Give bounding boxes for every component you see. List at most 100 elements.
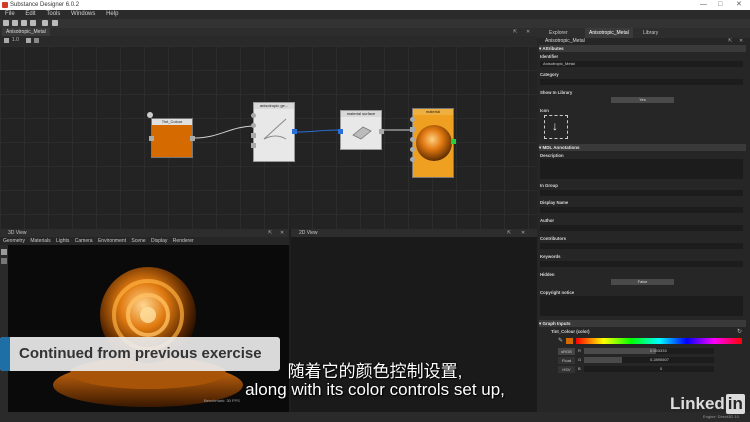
graph-inputs-section-header[interactable]: ▾ Graph Inputs [539, 320, 746, 327]
menu-file[interactable]: File [5, 10, 15, 19]
srgb-mode-button[interactable]: sRGB [558, 348, 575, 355]
close-icon[interactable]: ✕ [736, 0, 742, 10]
3d-menu-display[interactable]: Display [151, 238, 167, 244]
show-in-library-dropdown[interactable]: Yes [611, 97, 674, 103]
3d-tool-icon-1[interactable] [1, 249, 7, 255]
close-tab-icon[interactable]: ✕ [526, 28, 530, 36]
float-icon[interactable]: ⇱ [513, 28, 517, 36]
window-title: Substance Designer 6.0.2 [10, 2, 80, 8]
aniso-input-3[interactable] [251, 133, 256, 138]
3d-view-tab[interactable]: 3D View [8, 229, 27, 237]
props-float-icon[interactable]: ⇱ [728, 38, 732, 44]
output-input-3[interactable] [410, 137, 415, 142]
node-anisotropic[interactable]: anisotropic ge... [251, 102, 297, 162]
node-tint-title: Tint_Colour [152, 119, 192, 125]
3d-menu-renderer[interactable]: Renderer [173, 238, 194, 244]
minimize-icon[interactable]: — [700, 0, 707, 10]
eyedropper-icon[interactable]: ✎ [558, 337, 563, 344]
tab-library[interactable]: Library [639, 28, 662, 38]
tab-anisotropic-metal[interactable]: Anisotropic_Metal [2, 28, 50, 36]
tab-anisotropic-metal-props[interactable]: Anisotropic_Metal [585, 28, 633, 38]
output-input-1[interactable] [410, 117, 415, 122]
menu-edit[interactable]: Edit [25, 10, 35, 19]
material-input-port[interactable] [338, 129, 343, 134]
3d-menu-scene[interactable]: Scene [131, 238, 145, 244]
category-field[interactable] [540, 79, 743, 85]
undo-icon[interactable] [42, 20, 48, 26]
props-close-icon[interactable]: ✕ [739, 38, 743, 44]
show-in-library-label: Show In Library [540, 90, 573, 95]
menu-tools[interactable]: Tools [46, 10, 60, 19]
author-field[interactable] [540, 225, 743, 231]
maximize-icon[interactable]: □ [718, 0, 722, 10]
r-channel-slider[interactable]: 0.553333 [584, 348, 714, 354]
zoom-level[interactable]: 1.0 [12, 37, 19, 43]
r-channel-label: R [578, 348, 581, 353]
copyright-field[interactable] [540, 296, 743, 316]
in-group-label: In Group [540, 183, 558, 188]
3d-float-icon[interactable]: ⇱ [268, 229, 272, 237]
chevron-down-icon: ▾ [539, 46, 542, 51]
save-icon[interactable] [21, 20, 27, 26]
output-green-port[interactable] [451, 139, 456, 144]
node-tint-input-port[interactable] [149, 136, 154, 141]
output-input-2[interactable] [410, 127, 415, 132]
icon-picker[interactable]: ↓ [544, 115, 568, 139]
aniso-output-port[interactable] [292, 129, 297, 134]
node-material-surface-icon [352, 126, 372, 140]
new-icon[interactable] [3, 20, 9, 26]
aniso-input-4[interactable] [251, 143, 256, 148]
linkedin-text: Linked [670, 394, 725, 413]
mdl-section-header[interactable]: ▾ MDL Annotations [539, 144, 746, 151]
description-field[interactable] [540, 159, 743, 179]
frame-icon[interactable] [26, 38, 31, 43]
3d-menu-geometry[interactable]: Geometry [3, 238, 25, 244]
open-icon[interactable] [12, 20, 18, 26]
contributors-field[interactable] [540, 243, 743, 249]
tint-input-name: Tint_Colour (color) [551, 329, 590, 334]
3d-tool-icon-2[interactable] [1, 258, 7, 264]
attributes-section-header[interactable]: ▾ Attributes [539, 45, 746, 52]
grid-toggle-icon[interactable] [34, 38, 39, 43]
menu-windows[interactable]: Windows [71, 10, 95, 19]
3d-menu-lights[interactable]: Lights [56, 238, 69, 244]
2d-view-tab[interactable]: 2D View [299, 229, 318, 237]
node-tint-pin-icon[interactable] [147, 112, 153, 118]
keywords-field[interactable] [540, 261, 743, 267]
3d-close-icon[interactable]: ✕ [280, 229, 284, 237]
author-label: Author [540, 218, 555, 223]
node-output-material[interactable]: material [410, 108, 456, 178]
graph-toolbar: 1.0 [0, 36, 537, 46]
3d-menu-camera[interactable]: Camera [75, 238, 93, 244]
3d-menu-materials[interactable]: Materials [30, 238, 50, 244]
aniso-input-2[interactable] [251, 123, 256, 128]
3d-menu-environment[interactable]: Environment [98, 238, 126, 244]
graph-canvas[interactable]: Tint_Colour anisotropic ge... material s… [0, 46, 537, 229]
tint-color-swatch[interactable] [566, 338, 573, 344]
right-tab-bar: Explorer Anisotropic_Metal Library [537, 28, 750, 38]
output-input-4[interactable] [410, 147, 415, 152]
tab-explorer[interactable]: Explorer [545, 28, 572, 38]
app-icon [2, 2, 8, 8]
reset-icon[interactable]: ↻ [737, 328, 742, 335]
display-name-field[interactable] [540, 207, 743, 213]
hue-spectrum-bar[interactable] [576, 338, 742, 344]
save-all-icon[interactable] [30, 20, 36, 26]
graph-tab-bar: Anisotropic_Metal ⇱ ✕ [0, 28, 537, 36]
2d-close-icon[interactable]: ✕ [521, 229, 525, 237]
identifier-field[interactable]: Anisotropic_Metal [540, 61, 743, 67]
hidden-dropdown[interactable]: False [611, 279, 674, 285]
node-material-surface[interactable]: material surface [338, 110, 384, 150]
material-output-port[interactable] [379, 129, 384, 134]
in-group-field[interactable] [540, 190, 743, 196]
r-slider-fill [584, 348, 656, 354]
graph-inputs-header-label: Graph Inputs [542, 321, 571, 326]
2d-float-icon[interactable]: ⇱ [507, 229, 511, 237]
node-tint-output-port[interactable] [190, 136, 195, 141]
node-tint-colour[interactable]: Tint_Colour [149, 118, 195, 158]
aniso-input-1[interactable] [251, 113, 256, 118]
graph-tool-icon[interactable] [4, 38, 9, 43]
menu-help[interactable]: Help [106, 10, 118, 19]
redo-icon[interactable] [52, 20, 58, 26]
output-input-5[interactable] [410, 157, 415, 162]
